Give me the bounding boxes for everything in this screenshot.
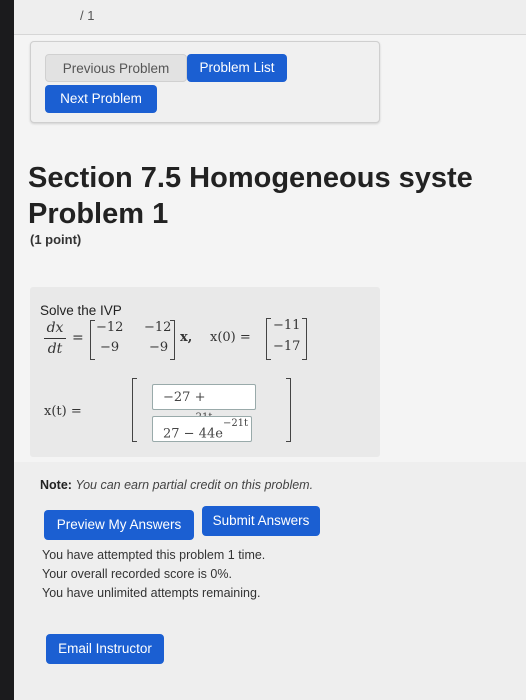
attempt-status: You have attempted this problem 1 time. … [42,546,265,603]
equals-sign: = [72,330,84,346]
init-value: −17 [273,339,301,354]
problem-list-button[interactable]: Problem List [187,54,287,82]
matrix-cell: −9 [149,340,169,355]
answer-input-1[interactable]: −27 + 16e−21t [152,384,256,435]
matrix-bracket-left [90,320,95,360]
fraction-numerator: dx [46,320,64,336]
note-text: You can earn partial credit on this prob… [75,478,314,492]
matrix-cell: −12 [144,320,172,335]
partial-credit-note: Note: You can earn partial credit on thi… [40,478,313,492]
problem-prompt: Solve the IVP [40,303,122,318]
next-problem-button[interactable]: Next Problem [45,85,157,113]
derivative-fraction: dx dt [44,320,66,357]
solution-bracket-left [132,378,137,442]
matrix-bracket-right [170,320,175,360]
score-text: Your overall recorded score is 0%. [42,567,232,581]
init-bracket-right [302,318,307,360]
answer-2-base: 27 − 44e [163,426,223,442]
note-label: Note: [40,478,72,492]
fraction-line [44,338,66,339]
matrix-cell: −9 [100,340,120,355]
answer-2-exponent: −21t [222,418,249,429]
init-bracket-left [266,318,271,360]
attempts-text: You have attempted this problem 1 time. [42,548,266,562]
preview-answers-button[interactable]: Preview My Answers [44,510,194,540]
email-instructor-button[interactable]: Email Instructor [46,634,164,664]
submit-answers-button[interactable]: Submit Answers [202,506,320,536]
previous-problem-button[interactable]: Previous Problem [45,54,187,82]
page-count: / 1 [80,8,95,23]
problem-title: Problem 1 [28,198,169,230]
vector-x: x, [180,330,193,345]
solution-label: x(t) = [44,404,82,419]
init-value: −11 [273,318,301,333]
fraction-denominator: dt [47,341,63,357]
initial-condition-label: x(0) = [210,330,251,345]
points-label: (1 point) [30,232,82,247]
remaining-text: You have unlimited attempts remaining. [42,586,261,600]
screen: / 1 Previous Problem Problem List Next P… [14,0,526,700]
page-title: Section 7.5 Homogeneous syste Problem 1 [28,160,473,232]
section-title: Section 7.5 Homogeneous syste [28,162,473,194]
answer-input-2[interactable]: 27 − 44e−21t [152,416,252,442]
matrix-cell: −12 [96,320,124,335]
top-toolbar: / 1 [14,0,526,35]
solution-bracket-right [286,378,291,442]
problem-navigation: Previous Problem Problem List Next Probl… [30,41,380,123]
